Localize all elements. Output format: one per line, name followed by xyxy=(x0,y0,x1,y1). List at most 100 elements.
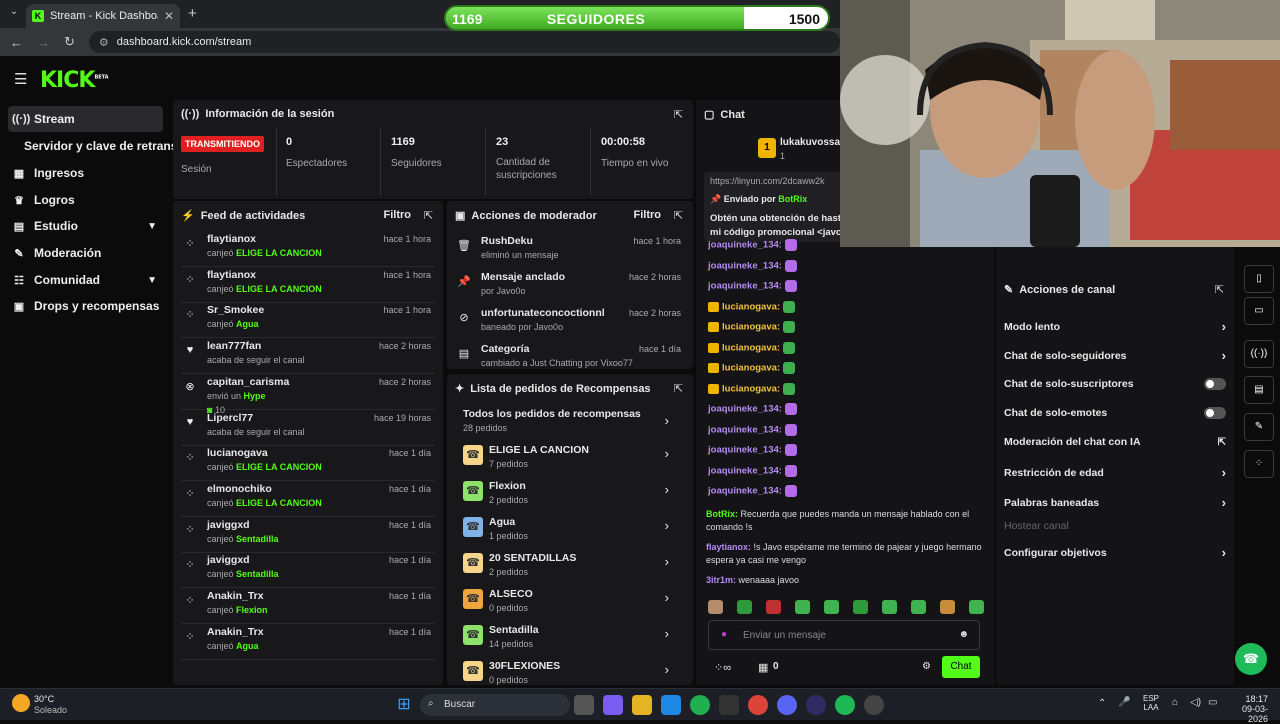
file-explorer-icon[interactable] xyxy=(632,695,652,715)
channel-action-item[interactable]: Moderación del chat con IA ⇱ xyxy=(1004,436,1226,448)
channel-action-item[interactable]: Chat de solo-suscriptores xyxy=(1004,378,1226,390)
emote-icon[interactable] xyxy=(911,600,926,614)
feed-row[interactable]: ⁘ elmonochiko canjeó ELIGE LA CANCION hace … xyxy=(181,481,435,517)
obs-icon[interactable] xyxy=(806,695,826,715)
emote-icon[interactable] xyxy=(708,600,723,614)
network-icon[interactable]: ⌂ xyxy=(1172,697,1178,708)
windows-start-icon[interactable]: ⊞ xyxy=(394,695,414,715)
mobile-icon[interactable]: ▯ xyxy=(1244,265,1274,293)
chat-username[interactable]: joaquineke_134: xyxy=(708,486,782,497)
microphone-icon[interactable]: 🎤 xyxy=(1118,697,1130,708)
site-info-icon[interactable]: ⚙ xyxy=(99,36,109,49)
language-indicator[interactable]: ESP LAA xyxy=(1143,694,1159,712)
chat-username[interactable]: BotRix: xyxy=(706,509,738,519)
taskbar-search[interactable]: ⌕ Buscar xyxy=(420,694,570,716)
feed-row[interactable]: ⁘ lucianogava canjeó ELIGE LA CANCION hace … xyxy=(181,445,435,482)
kick-logo[interactable]: KICKBETA xyxy=(40,68,109,93)
mod-filter-button[interactable]: Filtro xyxy=(634,209,662,221)
chat-username[interactable]: joaquineke_134: xyxy=(708,445,782,456)
feed-row[interactable]: ⁘ flaytianox canjeó ELIGE LA CANCION hace 1… xyxy=(181,267,435,303)
feed-username[interactable]: Anakin_Trx xyxy=(207,626,264,638)
chat-bubble-icon[interactable]: ▭ xyxy=(1244,297,1274,325)
feed-username[interactable]: Sr_Smokee xyxy=(207,304,264,316)
channel-action-item[interactable]: Restricción de edad › xyxy=(1004,465,1226,480)
emote-icon[interactable] xyxy=(795,600,810,614)
chat-username[interactable]: flaytianox: xyxy=(706,542,751,552)
store-icon[interactable] xyxy=(719,695,739,715)
popout-icon[interactable]: ⇱ xyxy=(1215,283,1224,296)
pinned-username[interactable]: lukakuvossab xyxy=(780,137,846,148)
mod-row[interactable]: 🗑 RushDeku eliminó un mensaje hace 1 hora xyxy=(455,233,685,269)
chat-username[interactable]: joaquineke_134: xyxy=(708,424,782,435)
feed-username[interactable]: lucianogava xyxy=(207,447,268,459)
browser-tab[interactable]: K Stream - Kick Dashboard ✕ xyxy=(26,4,180,28)
emoji-icon[interactable]: ☻ xyxy=(958,629,969,640)
channel-points-icon[interactable]: ⁘∞ xyxy=(714,661,731,674)
chat-username[interactable]: joaquineke_134: xyxy=(708,240,782,251)
channel-action-item[interactable]: Chat de solo-emotes xyxy=(1004,407,1226,419)
reward-row[interactable]: ☎ 30FLEXIONES 0 pedidos › xyxy=(455,656,685,685)
channel-action-item[interactable]: Chat de solo-seguidores › xyxy=(1004,348,1226,363)
channel-action-item[interactable]: Configurar objetivos › xyxy=(1004,545,1226,560)
rewards-icon[interactable]: ⁘ xyxy=(1244,450,1274,478)
channel-action-item[interactable]: Modo lento › xyxy=(1004,319,1226,334)
feed-row[interactable]: ⁘ javiggxd canjeó Sentadilla hace 1 día xyxy=(181,552,435,589)
emote-icon[interactable] xyxy=(882,600,897,614)
microphone-icon[interactable]: ● xyxy=(721,629,727,640)
forward-icon[interactable]: → xyxy=(37,35,50,50)
feed-row[interactable]: ⊗ capitan_carisma envió un Hype ◙ 10 hace 2 … xyxy=(181,374,435,415)
sidebar-item-studio[interactable]: ▤ Estudio ▼ xyxy=(8,213,163,239)
chat-send-button[interactable]: Chat xyxy=(942,656,980,678)
feed-username[interactable]: javiggxd xyxy=(207,519,250,531)
back-icon[interactable]: ← xyxy=(10,35,23,50)
sidebar-item-stream[interactable]: ((·)) Stream xyxy=(8,106,163,132)
layout-icon[interactable]: ▤ xyxy=(1244,376,1274,404)
popout-icon[interactable]: ⇱ xyxy=(674,209,683,222)
sidebar-item-revenue[interactable]: ▦ Ingresos xyxy=(8,160,163,186)
reward-row[interactable]: ☎ ALSECO 0 pedidos › xyxy=(455,584,685,620)
broadcast-icon[interactable]: ((·)) xyxy=(1244,340,1274,368)
chat-username[interactable]: lucianogava: xyxy=(722,342,780,353)
chat-username[interactable]: joaquineke_134: xyxy=(708,404,782,415)
close-tab-icon[interactable]: ✕ xyxy=(164,9,174,23)
copilot-icon[interactable] xyxy=(603,695,623,715)
popout-icon[interactable]: ⇱ xyxy=(424,209,433,222)
feed-username[interactable]: javiggxd xyxy=(207,554,250,566)
feed-row[interactable]: ⁘ javiggxd canjeó Sentadilla hace 1 día xyxy=(181,517,435,553)
feed-row[interactable]: ♥ Lipercl77 acaba de seguir el canal hace 1… xyxy=(181,410,435,446)
sidebar-item-moderation[interactable]: ✎ Moderación xyxy=(8,240,163,266)
whatsapp-icon[interactable] xyxy=(690,695,710,715)
mod-row[interactable]: ⊘ unfortunateconcoctionnl baneado por Javo… xyxy=(455,305,685,341)
chat-input[interactable]: ● Enviar un mensaje ☻ xyxy=(708,620,980,650)
feed-row[interactable]: ♥ lean777fan acaba de seguir el canal hace … xyxy=(181,338,435,375)
edge-icon[interactable] xyxy=(661,695,681,715)
chat-username[interactable]: lucianogava: xyxy=(722,301,780,312)
tray-chevron-icon[interactable]: ⌃ xyxy=(1098,698,1106,709)
task-view-icon[interactable] xyxy=(574,695,594,715)
popout-icon[interactable]: ⇱ xyxy=(674,108,683,121)
chat-username[interactable]: joaquineke_134: xyxy=(708,260,782,271)
emote-icon[interactable] xyxy=(766,600,781,614)
app-icon[interactable] xyxy=(864,695,884,715)
feed-row[interactable]: ⁘ Anakin_Trx canjeó Agua hace 1 día xyxy=(181,624,435,660)
sidebar-item-community[interactable]: ☷ Comunidad ▼ xyxy=(8,267,163,293)
sidebar-item-server-key[interactable]: Servidor y clave de retransm xyxy=(20,133,180,159)
feed-username[interactable]: Anakin_Trx xyxy=(207,590,264,602)
chat-username[interactable]: joaquineke_134: xyxy=(708,281,782,292)
feed-username[interactable]: capitan_carisma xyxy=(207,376,289,388)
tab-search-icon[interactable]: ⌄ xyxy=(6,6,22,22)
toggle-switch[interactable] xyxy=(1204,378,1226,390)
mod-row[interactable]: 📌 Mensaje anclado por Javo0o hace 2 horas xyxy=(455,269,685,305)
chat-username[interactable]: lucianogava: xyxy=(722,322,780,333)
reward-row[interactable]: ☎ Agua 1 pedidos › xyxy=(455,512,685,548)
reward-row[interactable]: ☎ ELIGE LA CANCION 7 pedidos › xyxy=(455,440,685,476)
emote-icon[interactable] xyxy=(737,600,752,614)
feed-username[interactable]: flaytianox xyxy=(207,269,256,281)
reward-row[interactable]: ☎ Sentadilla 14 pedidos › xyxy=(455,620,685,656)
spotify-icon[interactable] xyxy=(835,695,855,715)
chrome-icon[interactable] xyxy=(748,695,768,715)
feed-username[interactable]: lean777fan xyxy=(207,340,261,352)
reload-icon[interactable]: ↻ xyxy=(64,34,75,50)
feed-username[interactable]: flaytianox xyxy=(207,233,256,245)
feed-filter-button[interactable]: Filtro xyxy=(384,209,412,221)
